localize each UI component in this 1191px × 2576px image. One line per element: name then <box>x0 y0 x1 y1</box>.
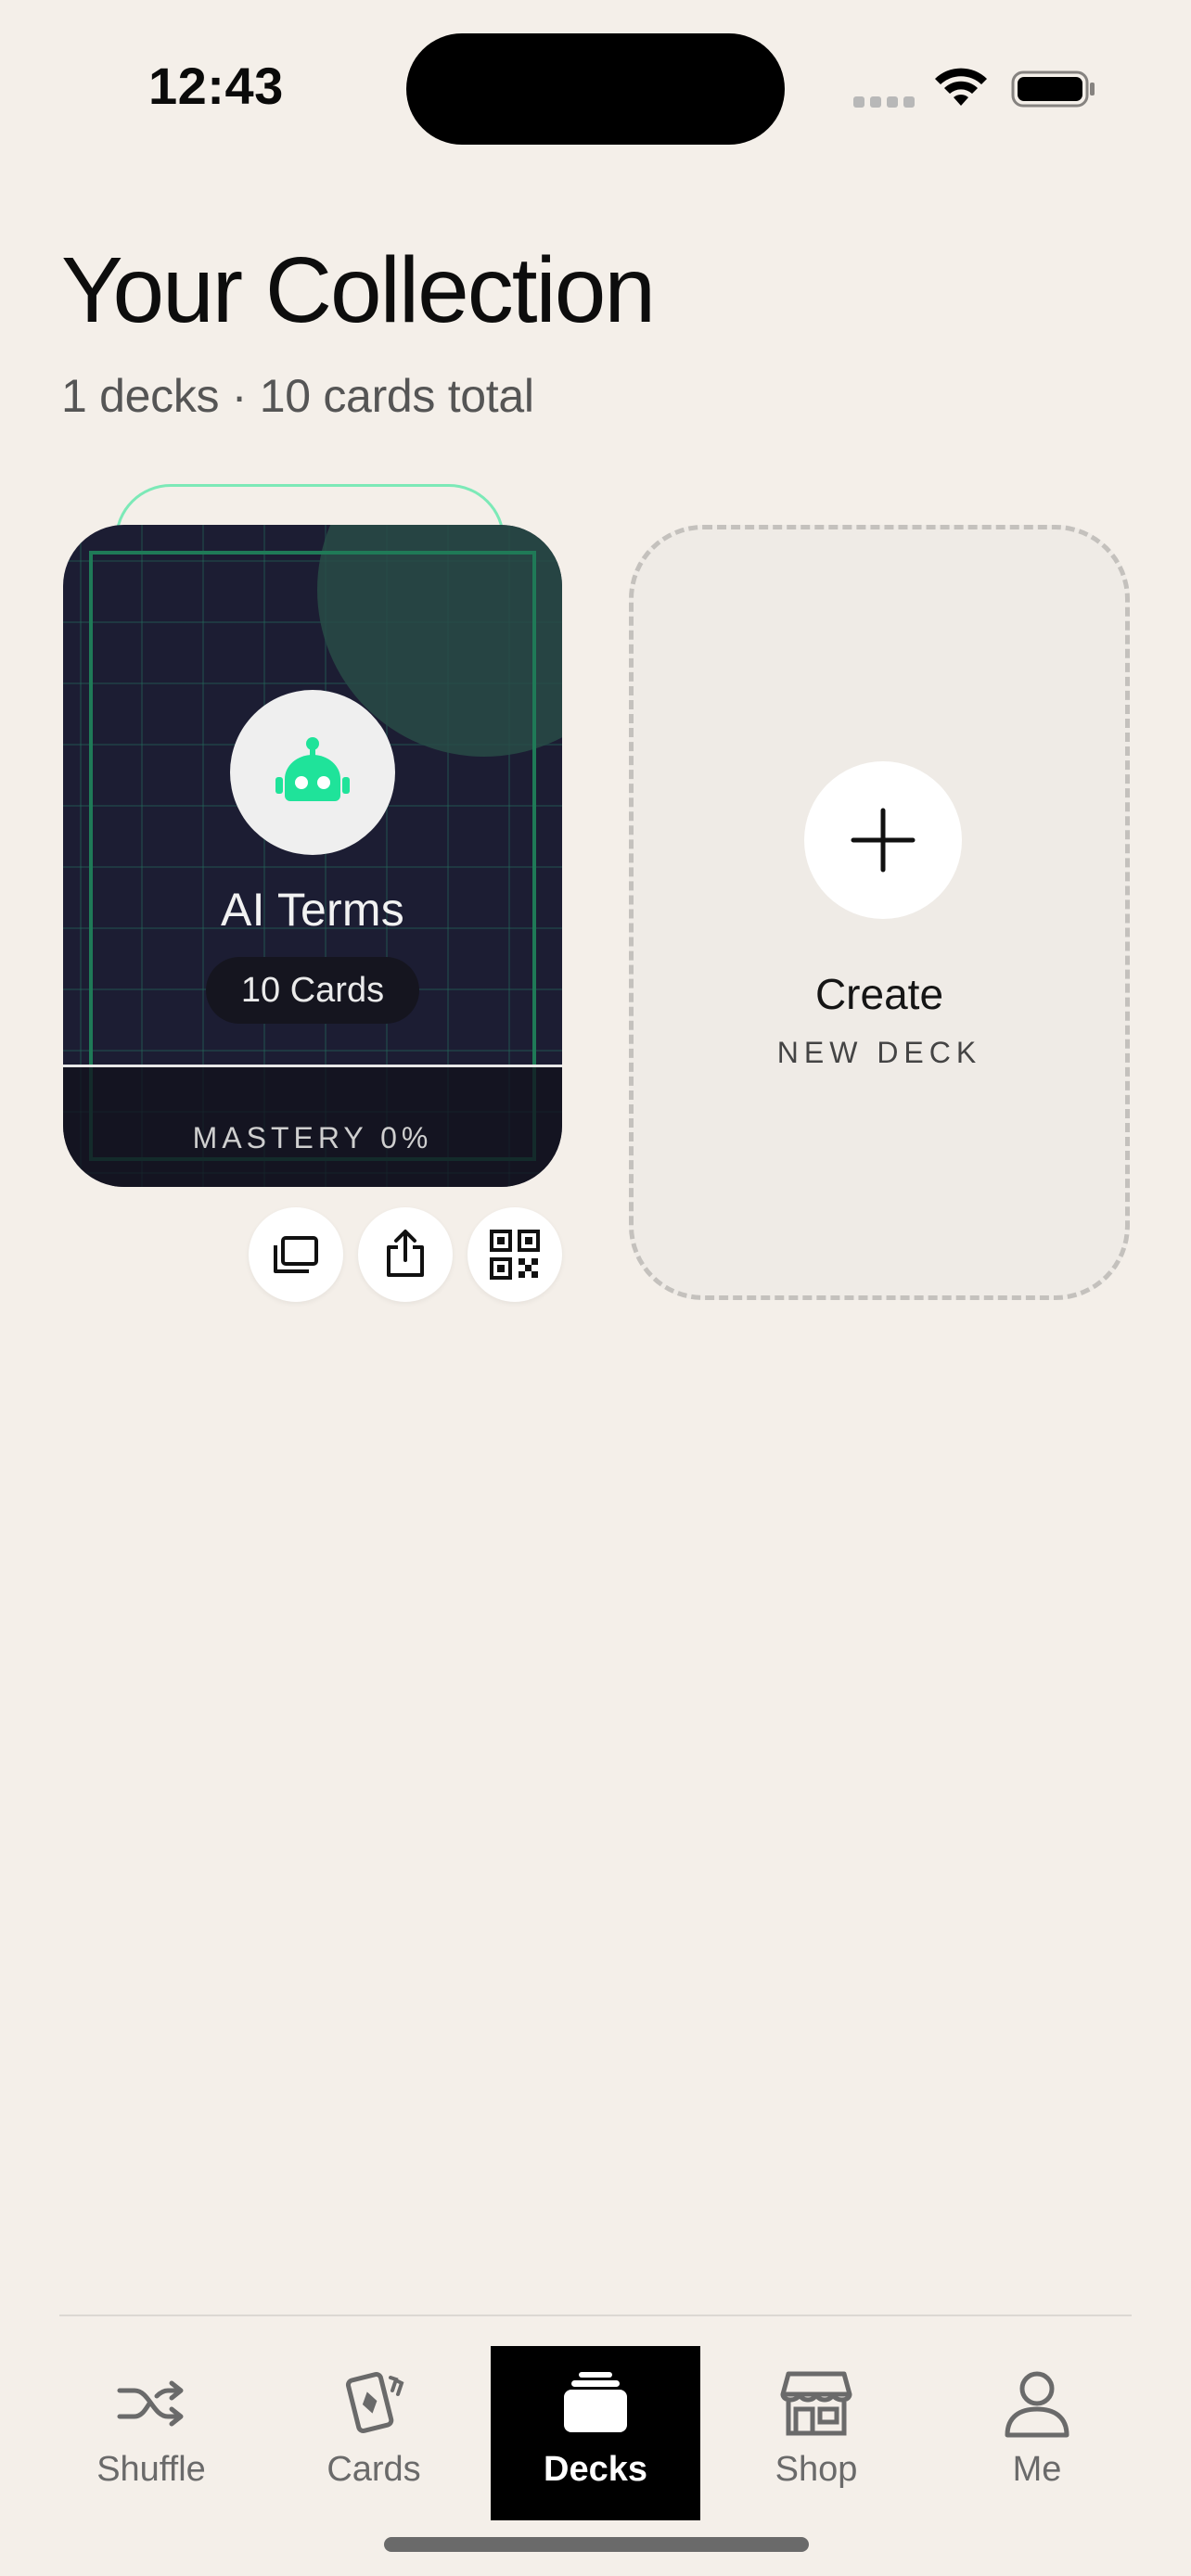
deck-card-ai-terms[interactable]: AI Terms 10 Cards MASTERY 0% <box>63 525 562 1187</box>
tab-label: Shuffle <box>96 2450 206 2489</box>
deck-footer: MASTERY 0% <box>63 1065 562 1187</box>
tab-me[interactable]: Me <box>932 2346 1142 2520</box>
page-title: Your Collection <box>61 238 656 342</box>
deck-mastery: MASTERY 0% <box>192 1121 433 1154</box>
share-deck-button[interactable] <box>358 1207 453 1302</box>
create-deck-card[interactable]: Create NEW DECK <box>629 525 1130 1300</box>
tab-label: Cards <box>327 2450 421 2489</box>
cards-icon <box>345 2372 404 2433</box>
study-deck-button[interactable] <box>249 1207 343 1302</box>
status-time: 12:43 <box>148 57 284 115</box>
plus-icon <box>851 808 916 873</box>
tab-bar-divider <box>59 2315 1132 2316</box>
deck-item: AI Terms 10 Cards MASTERY 0% <box>63 484 564 1302</box>
tab-bar: Shuffle Cards Decks Shop Me <box>0 2346 1191 2522</box>
person-icon <box>1005 2371 1069 2438</box>
status-icons <box>853 63 1095 115</box>
tab-cards[interactable]: Cards <box>269 2346 479 2520</box>
shuffle-icon <box>117 2380 184 2427</box>
tab-decks[interactable]: Decks <box>491 2346 700 2520</box>
tab-label: Shop <box>775 2450 858 2489</box>
wifi-icon <box>935 68 987 106</box>
shop-icon <box>780 2371 852 2436</box>
dynamic-island <box>406 33 785 145</box>
deck-card-count-badge: 10 Cards <box>206 957 419 1024</box>
robot-icon <box>275 737 350 801</box>
decks-icon <box>564 2372 627 2432</box>
share-icon <box>387 1230 424 1277</box>
create-deck-subtitle: NEW DECK <box>776 1036 982 1069</box>
tab-label: Decks <box>544 2450 647 2489</box>
stack-icon <box>274 1236 318 1273</box>
qr-code-button[interactable] <box>467 1207 562 1302</box>
create-deck-plus <box>804 761 962 919</box>
home-indicator[interactable] <box>384 2537 809 2552</box>
qr-code-icon <box>490 1230 540 1280</box>
tab-shuffle[interactable]: Shuffle <box>46 2346 256 2520</box>
deck-title: AI Terms <box>221 884 404 936</box>
tab-shop[interactable]: Shop <box>711 2346 921 2520</box>
deck-actions <box>249 1207 564 1302</box>
tab-label: Me <box>1012 2450 1062 2489</box>
battery-icon <box>1011 70 1095 108</box>
cellular-signal-icon <box>853 96 915 108</box>
create-deck-title: Create <box>814 970 944 1018</box>
collection-summary: 1 decks · 10 cards total <box>61 370 534 422</box>
deck-avatar <box>230 690 395 855</box>
